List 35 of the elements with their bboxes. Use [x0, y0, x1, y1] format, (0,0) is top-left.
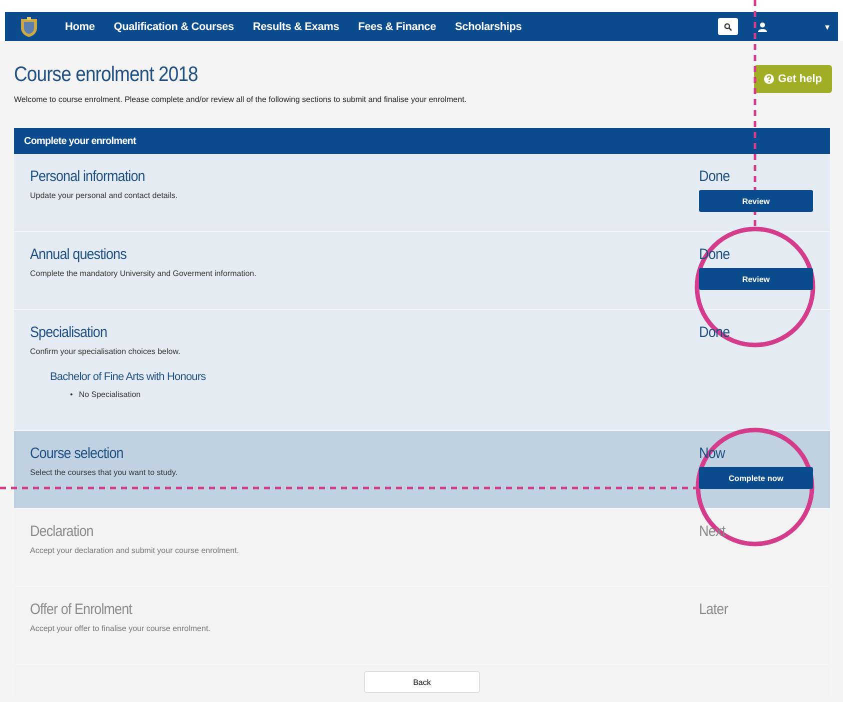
nav-link[interactable]: Fees & Finance — [358, 20, 436, 32]
search-icon — [724, 22, 732, 30]
back-button[interactable]: Back — [364, 671, 480, 693]
caret-icon[interactable]: ▾ — [825, 22, 830, 32]
degree-title: Bachelor of Fine Arts with Honours — [50, 371, 207, 383]
nav-link[interactable]: Results & Exams — [252, 20, 340, 32]
step-title: Annual questions — [30, 246, 128, 263]
help-icon — [764, 74, 774, 84]
nav-link[interactable]: Qualification & Courses — [114, 20, 234, 32]
step-description: Accept your offer to finalise your course enrolment. — [30, 624, 212, 633]
step-description: Accept your declaration and submit your course enrolment. — [30, 546, 240, 555]
step-title: Declaration — [30, 523, 94, 540]
step-button[interactable]: Review — [699, 190, 813, 212]
user-icon[interactable] — [758, 22, 767, 32]
search-button[interactable] — [718, 18, 738, 35]
nav-link[interactable]: Home — [65, 20, 95, 32]
page-title: Course enrolment 2018 — [14, 62, 199, 87]
step-title: Personal information — [30, 168, 146, 185]
specialisation-item: No Specialisation — [78, 389, 141, 400]
step-description: Confirm your specialisation choices below. — [30, 347, 182, 356]
nav-link[interactable]: Scholarships — [455, 20, 522, 32]
step-button[interactable]: Review — [699, 268, 813, 290]
step-title: Course selection — [30, 445, 124, 462]
step-button[interactable]: Complete now — [699, 467, 813, 489]
step-description: Update your personal and contact details. — [30, 191, 179, 200]
step-status: Done — [699, 168, 730, 185]
intro-text: Welcome to course enrolment. Please complete and/or review all of the following sections to submit and finalise your enrolment. — [14, 95, 468, 104]
step-title: Offer of Enrolment — [30, 601, 134, 618]
step-description: Complete the mandatory University and Goverment information. — [30, 269, 258, 278]
bullet-mark: • — [70, 389, 73, 400]
step-status: Later — [699, 601, 728, 618]
panel-header: Complete your enrolment — [14, 128, 830, 154]
step-description: Select the courses that you want to study. — [30, 468, 178, 477]
step-title: Specialisation — [30, 324, 108, 341]
crest-logo[interactable] — [19, 16, 39, 38]
